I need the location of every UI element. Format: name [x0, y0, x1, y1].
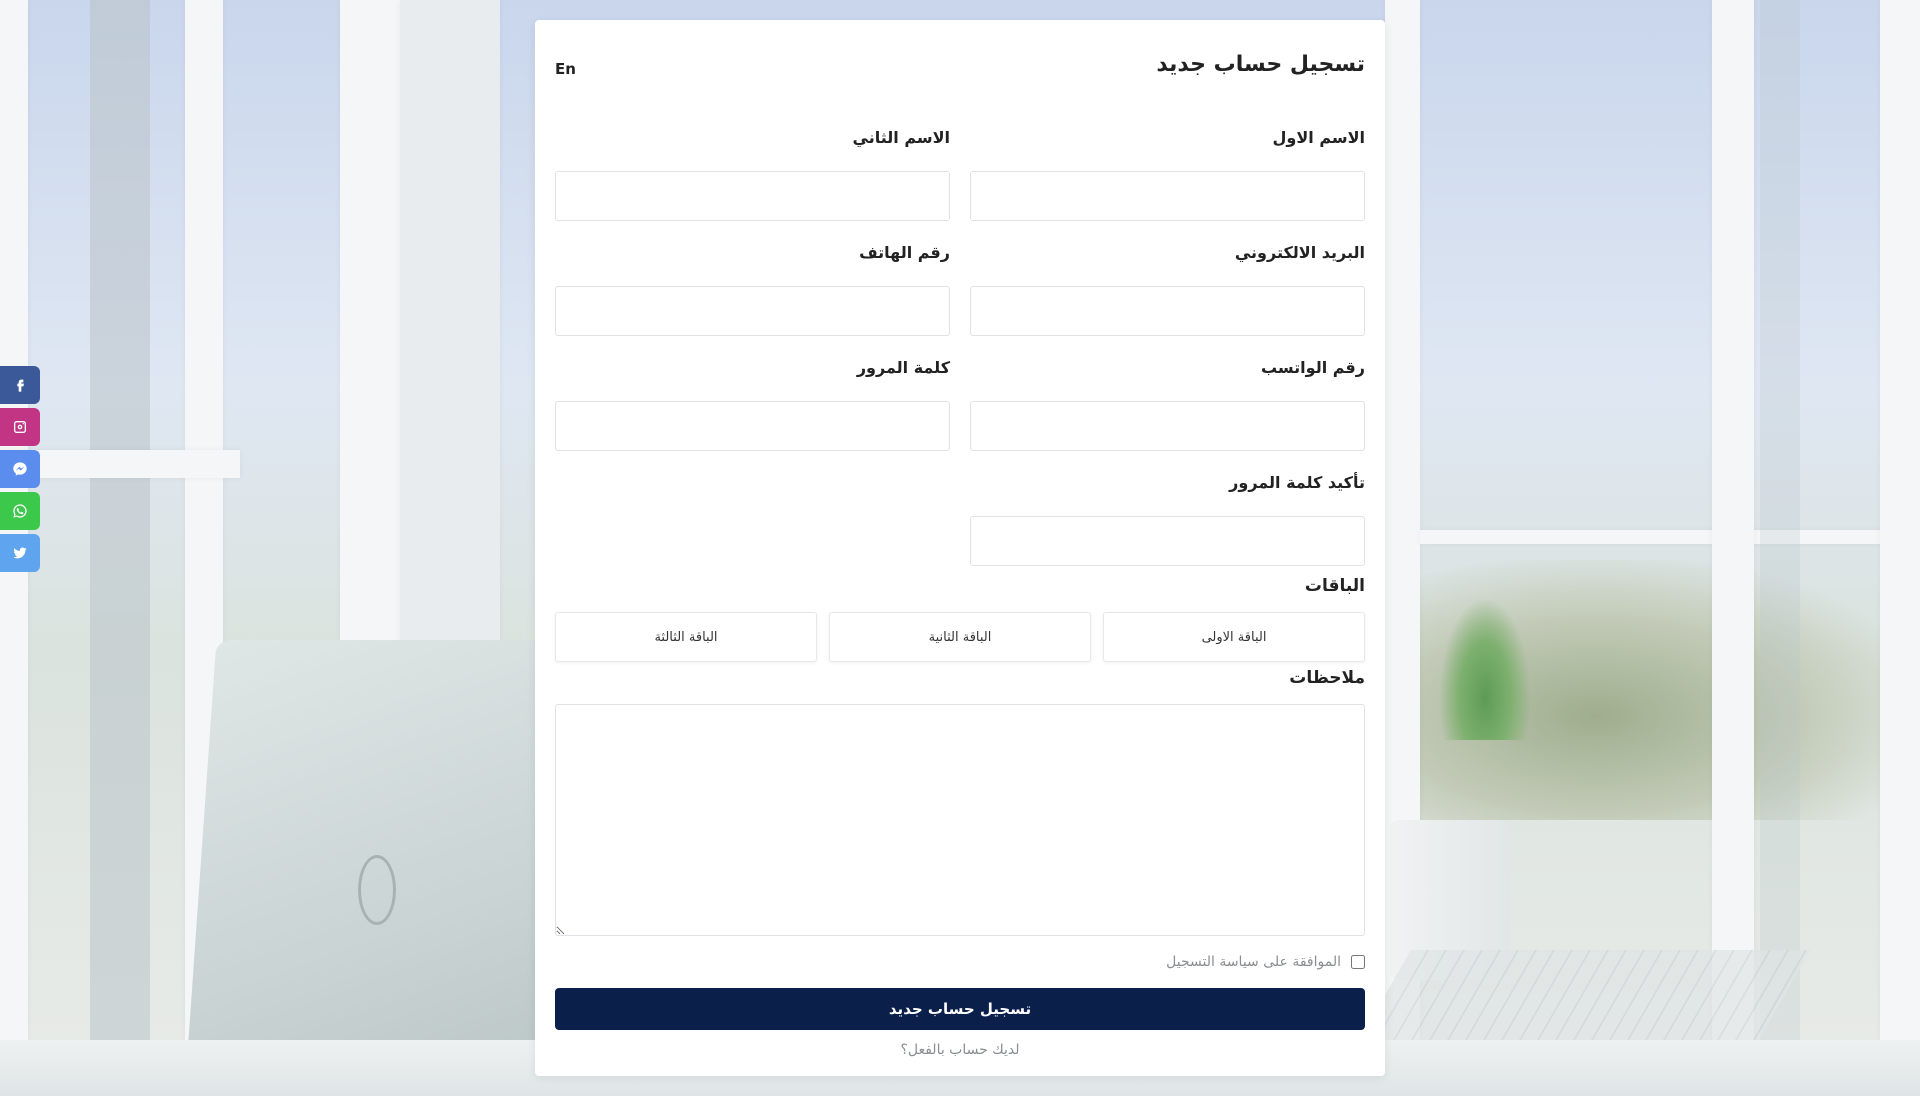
last-name-label: الاسم الثاني: [852, 128, 950, 147]
packages-label: الباقات: [1304, 576, 1365, 596]
agree-checkbox[interactable]: [1351, 955, 1365, 969]
package-option-2[interactable]: الباقة الثانية: [829, 612, 1091, 662]
package-option-3[interactable]: الباقة الثالثة: [555, 612, 817, 662]
confirm-password-field: تأكيد كلمة المرور: [970, 461, 1365, 576]
last-name-input[interactable]: [555, 171, 950, 221]
packages-group: الباقة الاولى الباقة الثانية الباقة الثا…: [555, 612, 1365, 662]
form-row: رقم الواتسب كلمة المرور: [555, 346, 1365, 461]
email-input[interactable]: [970, 286, 1365, 336]
register-button[interactable]: تسجيل حساب جديد: [555, 988, 1365, 1030]
whatsapp-input[interactable]: [970, 401, 1365, 451]
notes-label: ملاحظات: [1289, 668, 1365, 688]
form-row: تأكيد كلمة المرور: [555, 461, 1365, 576]
facebook-button[interactable]: [0, 366, 40, 404]
whatsapp-field: رقم الواتسب: [970, 346, 1365, 461]
first-name-field: الاسم الاول: [970, 116, 1365, 231]
notes-textarea[interactable]: [555, 704, 1365, 936]
messenger-button[interactable]: [0, 450, 40, 488]
phone-input[interactable]: [555, 286, 950, 336]
page-title: تسجيل حساب جديد: [1156, 52, 1365, 77]
card-header: تسجيل حساب جديد En: [555, 20, 1365, 116]
last-name-field: الاسم الثاني: [555, 116, 950, 231]
phone-field: رقم الهاتف: [555, 231, 950, 346]
whatsapp-label: رقم الواتسب: [1260, 358, 1365, 377]
first-name-label: الاسم الاول: [1272, 128, 1365, 147]
social-sidebar: [0, 366, 40, 576]
instagram-button[interactable]: [0, 408, 40, 446]
email-label: البريد الالكتروني: [1234, 243, 1365, 262]
login-link[interactable]: لديك حساب بالفعل؟: [555, 1042, 1365, 1058]
agree-label: الموافقة على سياسة التسجيل: [1166, 954, 1341, 970]
facebook-icon: [17, 379, 24, 392]
phone-label: رقم الهاتف: [859, 243, 950, 262]
email-field: البريد الالكتروني: [970, 231, 1365, 346]
first-name-input[interactable]: [970, 171, 1365, 221]
agree-row: الموافقة على سياسة التسجيل: [555, 952, 1365, 972]
twitter-button[interactable]: [0, 534, 40, 572]
whatsapp-icon: [13, 504, 27, 518]
instagram-icon: [14, 421, 26, 433]
form-row: الاسم الاول الاسم الثاني: [555, 116, 1365, 231]
password-field: كلمة المرور: [555, 346, 950, 461]
password-input[interactable]: [555, 401, 950, 451]
registration-card: تسجيل حساب جديد En الاسم الاول الاسم الث…: [535, 20, 1385, 1076]
package-option-1[interactable]: الباقة الاولى: [1103, 612, 1365, 662]
confirm-password-input[interactable]: [970, 516, 1365, 566]
language-toggle[interactable]: En: [555, 60, 576, 78]
twitter-icon: [13, 547, 27, 559]
whatsapp-button[interactable]: [0, 492, 40, 530]
messenger-icon: [13, 462, 27, 476]
confirm-password-label: تأكيد كلمة المرور: [1229, 473, 1365, 492]
form-row: البريد الالكتروني رقم الهاتف: [555, 231, 1365, 346]
password-label: كلمة المرور: [856, 358, 950, 377]
